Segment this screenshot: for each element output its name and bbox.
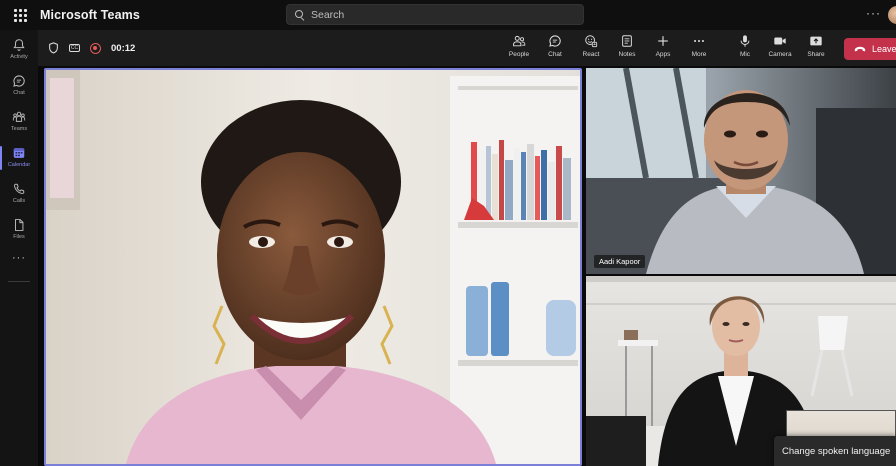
teams-icon (12, 111, 26, 122)
camera-label: Camera (768, 51, 792, 58)
react-label: React (582, 51, 600, 58)
chat-label: Chat (548, 51, 562, 58)
rail-item-teams[interactable]: Teams (0, 106, 38, 140)
chat-button[interactable]: Chat (537, 34, 573, 64)
title-bar: Microsoft Teams ··· (0, 0, 896, 30)
participant-name-tag: Aadi Kapoor (594, 255, 646, 268)
more-actions-button[interactable]: More (681, 34, 717, 64)
settings-more-button[interactable]: ··· (866, 6, 881, 20)
plus-icon (658, 36, 668, 46)
notes-button[interactable]: Notes (609, 34, 645, 64)
chat-icon (549, 35, 561, 47)
captions-icon[interactable]: CC (69, 44, 80, 52)
meeting-status: CC 00:12 (48, 30, 135, 66)
app-title: Microsoft Teams (40, 8, 140, 22)
notes-icon (622, 35, 632, 47)
bell-icon (13, 39, 25, 51)
mic-label: Mic (739, 51, 751, 58)
rail-label: Teams (10, 126, 28, 132)
app-launcher-button[interactable] (0, 0, 40, 30)
apps-button[interactable]: Apps (645, 34, 681, 64)
calendar-icon (13, 148, 25, 158)
react-button[interactable]: React (573, 34, 609, 64)
rail-label: Files (13, 234, 25, 240)
rail-label: Calendar (7, 162, 31, 168)
shield-icon[interactable] (48, 42, 59, 54)
share-icon (810, 36, 822, 46)
participant-tile-top-right[interactable]: Aadi Kapoor (586, 68, 896, 274)
more-apps-button[interactable]: ··· (0, 252, 38, 264)
recording-icon (90, 42, 101, 54)
hang-up-icon (854, 46, 866, 52)
app-bar: Activity Chat Teams Calendar Calls Files… (0, 30, 38, 466)
camera-button[interactable]: Camera (762, 34, 798, 64)
rail-label: Calls (12, 198, 26, 204)
main-speaker-video (46, 70, 580, 464)
people-button[interactable]: People (501, 34, 537, 64)
rail-item-calendar[interactable]: Calendar (0, 142, 38, 176)
waffle-icon (13, 8, 27, 22)
apps-label: Apps (655, 51, 671, 58)
share-button[interactable]: Share (798, 34, 834, 64)
chat-icon (13, 75, 25, 87)
file-icon (15, 219, 24, 231)
teams-window: Microsoft Teams ··· Activity Chat Teams … (0, 0, 896, 466)
change-spoken-language-button[interactable]: Change spoken language (774, 436, 896, 466)
rail-item-activity[interactable]: Activity (0, 34, 38, 68)
rail-item-files[interactable]: Files (0, 214, 38, 248)
search-box[interactable] (286, 4, 584, 25)
meeting-timer: 00:12 (111, 42, 136, 54)
main-video-tile[interactable] (44, 68, 582, 466)
people-label: People (508, 51, 530, 58)
rail-item-chat[interactable]: Chat (0, 70, 38, 104)
search-input[interactable] (311, 8, 571, 21)
leave-label: Leave (872, 44, 896, 54)
more-label: More (691, 51, 707, 58)
user-avatar[interactable] (888, 6, 896, 24)
rail-label: Chat (13, 90, 25, 96)
meeting-toolbar: CC 00:12 People Chat React Notes Apps Mo… (38, 30, 896, 66)
mic-button[interactable]: Mic (727, 34, 763, 64)
camera-icon (774, 37, 786, 45)
mic-icon (740, 35, 750, 47)
participant-video (586, 68, 896, 274)
notes-label: Notes (618, 51, 636, 58)
rail-label: Activity (10, 54, 28, 60)
more-icon (694, 39, 704, 43)
rail-divider (8, 281, 30, 282)
phone-icon (13, 183, 25, 195)
react-icon (585, 35, 598, 48)
rail-item-calls[interactable]: Calls (0, 178, 38, 212)
people-icon (513, 35, 526, 47)
search-icon (295, 9, 305, 20)
leave-button[interactable]: Leave (844, 38, 896, 60)
share-label: Share (807, 51, 825, 58)
